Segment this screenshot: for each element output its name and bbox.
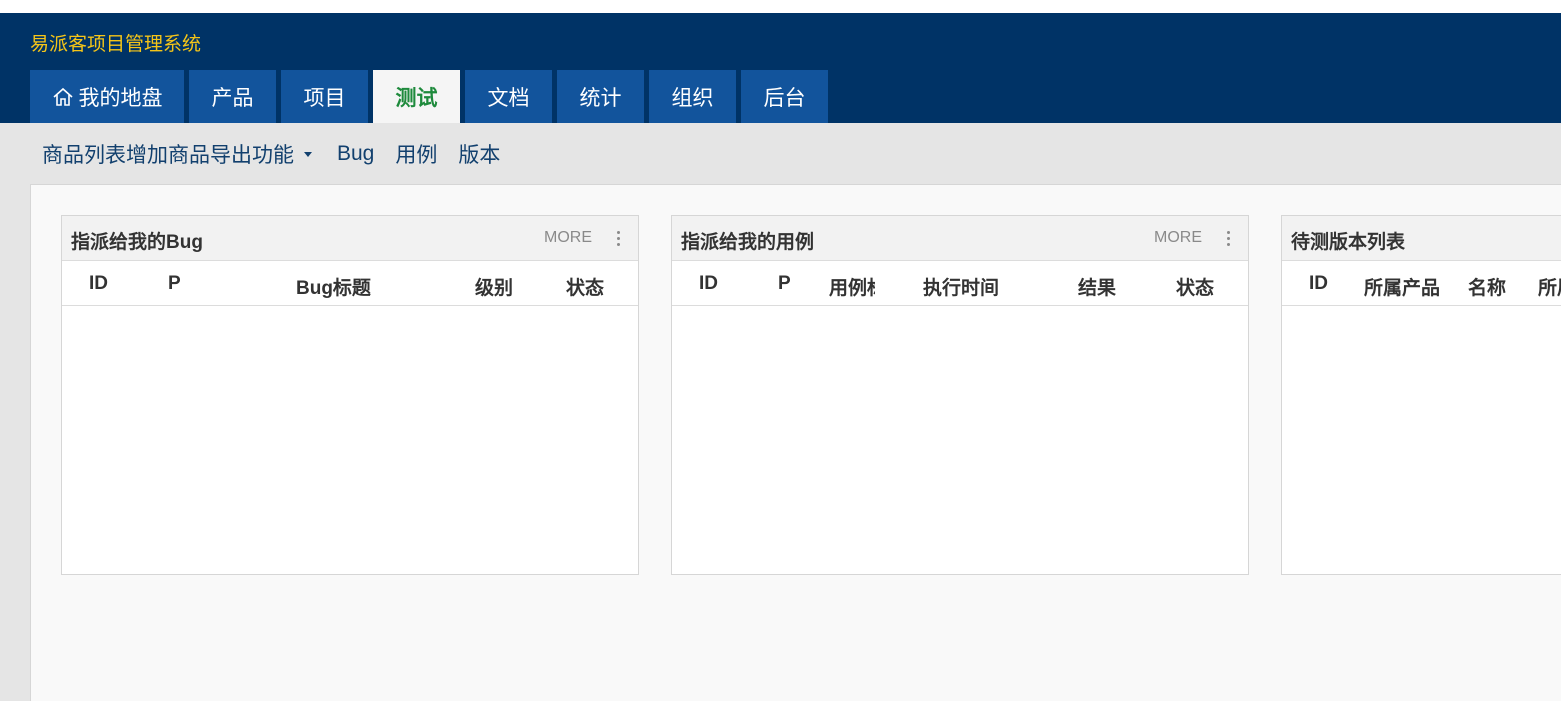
sub-nav: 商品列表增加商品导出功能 Bug 用例 版本 [0,123,1561,185]
panel-assigned-bugs: 指派给我的Bug MORE ID P Bug标题 级别 状态 [61,215,639,575]
top-strip [0,0,1561,13]
panel-header: 指派给我的用例 MORE [672,216,1248,261]
tab-project[interactable]: 项目 [281,70,368,123]
tab-test[interactable]: 测试 [373,70,460,123]
subnav-item-testcase[interactable]: 用例 [395,139,437,169]
column-header[interactable]: P [168,273,181,295]
more-link[interactable]: MORE [1154,229,1202,247]
table-header: ID 所属产品 名称 所属项目 [1282,261,1561,306]
column-header[interactable]: Bug标题 [296,273,371,300]
column-header[interactable]: 名称 [1468,273,1506,300]
column-header[interactable]: P [778,273,791,295]
column-header[interactable]: 所属产品 [1364,273,1440,300]
product-dropdown[interactable]: 商品列表增加商品导出功能 [42,139,316,169]
tab-label: 项目 [303,86,346,110]
tab-doc[interactable]: 文档 [465,70,552,123]
panel-assigned-cases: 指派给我的用例 MORE ID P 用例标题 执行时间 结果 状态 [671,215,1249,575]
column-header[interactable]: 状态 [566,273,604,300]
panel-title: 指派给我的Bug [71,232,203,253]
panel-title: 待测版本列表 [1291,232,1406,253]
table-header: ID P Bug标题 级别 状态 [62,261,638,306]
column-header[interactable]: 结果 [1078,273,1116,300]
app-title: 易派客项目管理系统 [30,34,202,55]
column-header[interactable]: 所属项目 [1538,273,1561,300]
tab-product[interactable]: 产品 [189,70,276,123]
subnav-item-label: 版本 [458,144,501,167]
tab-admin[interactable]: 后台 [741,70,828,123]
column-header[interactable]: 级别 [475,273,513,300]
dashboard-area: 指派给我的Bug MORE ID P Bug标题 级别 状态 指派给我的用例 M… [30,184,1561,701]
column-header[interactable]: 用例标题 [829,273,875,300]
more-link[interactable]: MORE [544,229,592,247]
more-options-icon[interactable] [615,229,621,247]
tab-label: 测试 [395,86,438,110]
table-header: ID P 用例标题 执行时间 结果 状态 [672,261,1248,306]
tab-my-dashboard[interactable]: 我的地盘 [30,70,184,123]
panel-header: 待测版本列表 [1282,216,1561,261]
panel-header: 指派给我的Bug MORE [62,216,638,261]
tab-label: 产品 [211,86,254,110]
subnav-item-label: Bug [337,142,375,165]
panel-builds-to-test: 待测版本列表 ID 所属产品 名称 所属项目 [1281,215,1561,575]
tab-stats[interactable]: 统计 [557,70,644,123]
column-header[interactable]: ID [699,273,718,295]
column-header[interactable]: 执行时间 [923,273,999,300]
column-header[interactable]: ID [89,273,108,295]
tab-label: 我的地盘 [78,86,163,110]
tab-label: 后台 [763,86,806,110]
main-nav: 我的地盘 产品 项目 测试 文档 统计 组织 后台 [30,70,833,123]
home-icon [52,87,73,106]
tab-label: 统计 [579,86,622,110]
subnav-item-build[interactable]: 版本 [458,139,500,169]
panel-title: 指派给我的用例 [681,232,815,253]
header-bar: 易派客项目管理系统 我的地盘 产品 项目 测试 文档 统计 组织 后台 [0,13,1561,123]
more-options-icon[interactable] [1225,229,1231,247]
subnav-item-label: 用例 [395,144,438,167]
tab-label: 组织 [671,86,714,110]
product-dropdown-label: 商品列表增加商品导出功能 [42,144,294,167]
subnav-item-bug[interactable]: Bug [337,142,374,166]
tab-org[interactable]: 组织 [649,70,736,123]
column-header[interactable]: ID [1309,273,1328,295]
column-header[interactable]: 状态 [1176,273,1214,300]
tab-label: 文档 [487,86,530,110]
caret-down-icon [304,151,312,157]
